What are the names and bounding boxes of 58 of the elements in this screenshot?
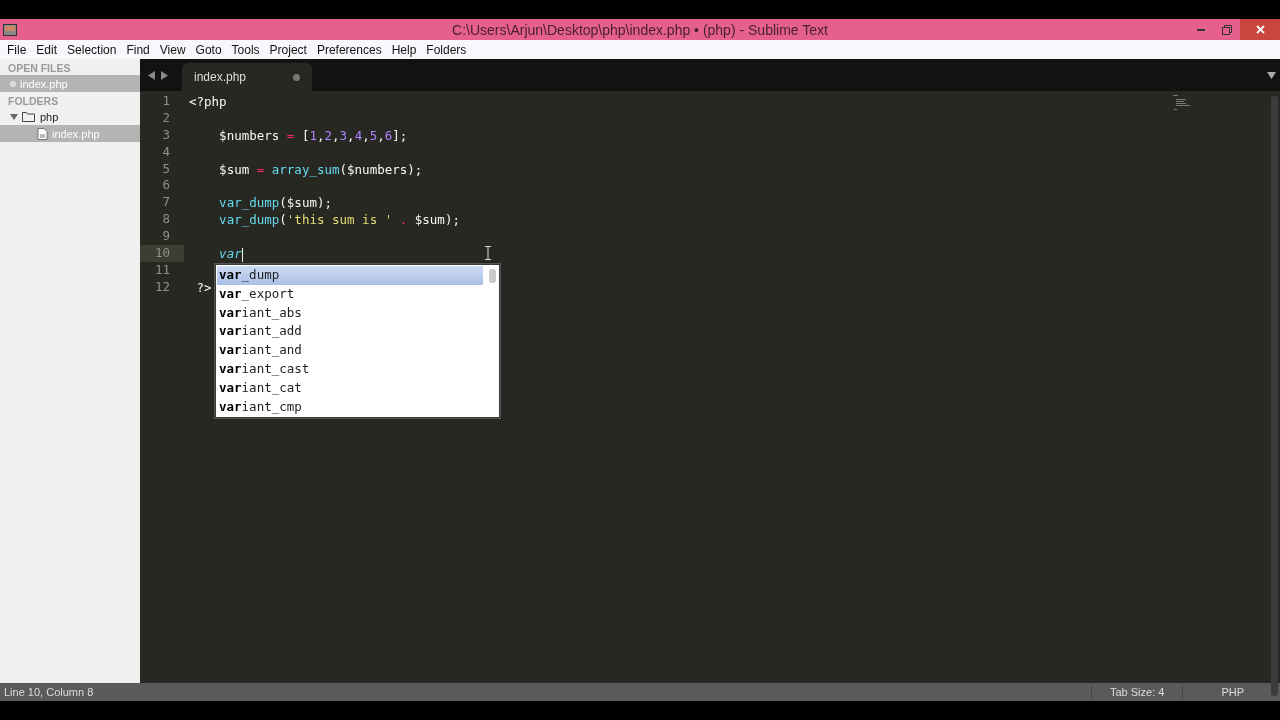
code-line: var_dump('this sum is ' . $sum); (218, 212, 460, 228)
line-number: 7 (161, 194, 171, 212)
folder-name: php (40, 110, 59, 123)
menu-item[interactable]: Selection (62, 42, 122, 57)
restore-icon (1222, 24, 1232, 35)
line-number: 8 (161, 211, 171, 229)
line-number: 5 (161, 160, 171, 178)
line-number: 1 (161, 93, 171, 110)
close-dot-icon (10, 80, 16, 87)
app-icon (3, 23, 17, 36)
file-name: index.php (20, 77, 68, 90)
editor-tab[interactable]: index.php (182, 63, 312, 91)
line-number: 9 (161, 228, 171, 245)
line-number: 11 (153, 261, 171, 279)
back-arrow-icon[interactable] (148, 70, 156, 80)
popup-scrollbar[interactable] (489, 269, 496, 283)
line-number: 2 (161, 109, 171, 127)
section-heading: OPEN FILES (7, 61, 72, 75)
close-icon (1255, 25, 1265, 34)
menu-item[interactable]: Preferences (311, 42, 387, 57)
tab-size-indicator[interactable]: Tab Size: 4 (1090, 686, 1183, 698)
dropdown-arrow-icon[interactable] (1267, 71, 1276, 79)
line-number: 12 (153, 278, 171, 296)
code-line: <?php (189, 94, 227, 109)
minimize-icon (1197, 28, 1205, 31)
line-number: 6 (161, 177, 171, 195)
syntax-indicator[interactable]: PHP (1182, 686, 1280, 698)
menu-item[interactable]: View (154, 42, 191, 57)
code-line: ?> (195, 279, 212, 295)
code-line: var (218, 246, 244, 261)
menu-item[interactable]: Goto (190, 42, 227, 57)
line-number: 4 (161, 143, 171, 161)
menu-item[interactable]: Edit (31, 42, 63, 57)
folder-item[interactable]: php (0, 108, 140, 125)
text-cursor-icon (485, 246, 491, 260)
menu-item[interactable]: Tools (226, 42, 265, 57)
line-number: 10 (140, 245, 184, 262)
line-number: 3 (161, 126, 171, 144)
code-line: var_dump($sum); (218, 195, 332, 211)
section-heading: FOLDERS (7, 94, 60, 108)
menu-item[interactable]: Find (121, 42, 155, 57)
folder-icon (22, 111, 36, 122)
minimap-drawing (1173, 95, 1190, 110)
menu-item[interactable]: Project (264, 42, 312, 57)
code-line: $sum = array_sum($numbers); (218, 161, 423, 177)
menu-item[interactable]: File (2, 42, 32, 57)
menu-item[interactable]: Help (386, 42, 422, 57)
scrollbar[interactable] (1271, 96, 1278, 696)
forward-arrow-icon[interactable] (160, 70, 168, 80)
window-title: C:\Users\Arjun\Desktop\php\index.php • (php) - Sublime Text (451, 21, 829, 38)
close-button[interactable] (1240, 19, 1280, 40)
expanded-arrow-icon (10, 112, 18, 121)
file-icon (37, 127, 48, 140)
file-name: index.php (52, 127, 100, 140)
menu-item[interactable]: Folders (421, 42, 472, 57)
completion-item[interactable]: var_dump (217, 266, 483, 285)
cursor-position: Line 10, Column 8 (3, 686, 95, 698)
code-line: $numbers = [1,2,3,4,5,6]; (218, 127, 408, 143)
